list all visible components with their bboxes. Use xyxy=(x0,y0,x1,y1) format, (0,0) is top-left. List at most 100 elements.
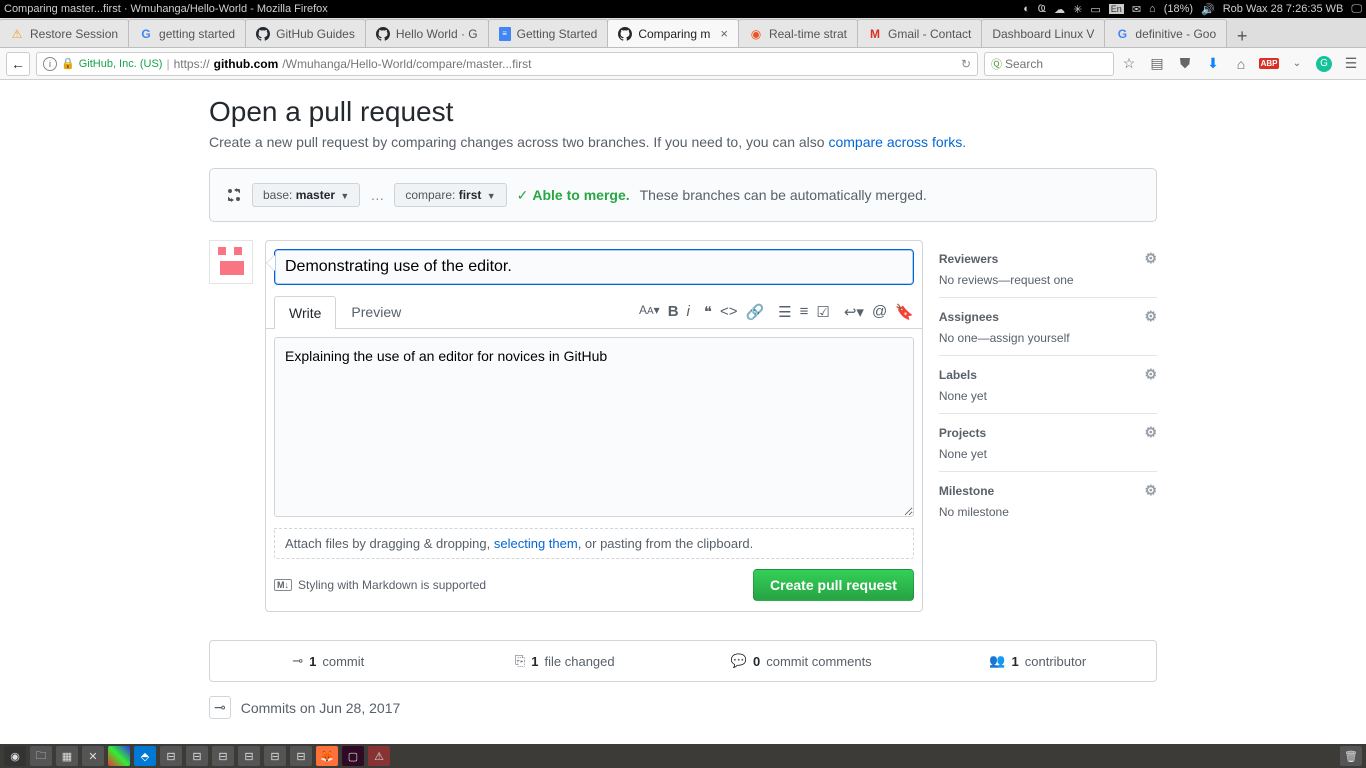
keyboard-icon: En xyxy=(1109,4,1124,14)
grammarly-icon[interactable]: G xyxy=(1316,56,1332,72)
browser-tabs: ⚠Restore Session Ggetting started GitHub… xyxy=(0,18,1366,48)
preview-tab[interactable]: Preview xyxy=(336,295,416,328)
tab-github-guides[interactable]: GitHub Guides xyxy=(245,19,366,47)
new-tab-button[interactable]: + xyxy=(1227,26,1257,47)
firefox-icon[interactable]: 🦊 xyxy=(316,746,338,766)
show-desktop-icon[interactable]: ◉ xyxy=(4,746,26,766)
library-icon[interactable]: ▤ xyxy=(1148,55,1166,73)
attach-hint[interactable]: Attach files by dragging & dropping, sel… xyxy=(274,528,914,559)
gear-icon[interactable]: ⚙ xyxy=(1144,250,1157,267)
tab-getting-started[interactable]: Ggetting started xyxy=(128,19,246,47)
close-icon[interactable]: × xyxy=(720,26,728,41)
stat-contributors[interactable]: 👥1contributor xyxy=(920,641,1157,681)
gear-icon[interactable]: ⚙ xyxy=(1144,308,1157,325)
labels-value: None yet xyxy=(939,389,1157,403)
commit-icon: ⊸ xyxy=(292,653,303,669)
search-input[interactable] xyxy=(1005,57,1107,71)
gear-icon[interactable]: ⚙ xyxy=(1144,366,1157,383)
heading-icon[interactable]: AA▾ xyxy=(639,303,660,321)
avatar xyxy=(209,240,253,284)
pr-title-input[interactable] xyxy=(274,249,914,285)
check-icon: ✓ xyxy=(517,187,529,204)
commit-icon: ⊸ xyxy=(209,696,231,719)
tab-realtime[interactable]: ◉Real-time strat xyxy=(738,19,858,47)
bold-icon[interactable]: B xyxy=(668,303,679,321)
select-files-link[interactable]: selecting them xyxy=(494,536,578,551)
diff-stats: ⊸1commit ⎘1file changed 💬0commit comment… xyxy=(209,640,1157,682)
commits-date-header: ⊸ Commits on Jun 28, 2017 xyxy=(209,696,1157,719)
compare-branch-button[interactable]: compare: first ▼ xyxy=(394,183,506,207)
bookmark-icon[interactable]: 🔖 xyxy=(895,303,914,321)
disk-icon[interactable]: ⊟ xyxy=(160,746,182,766)
os-tray: ◐ Ҩ ☁ ✳ ▭ En ✉ ⌂ (18%) 🔊 Rob Wax 28 7:26… xyxy=(1023,3,1362,16)
create-pr-button[interactable]: Create pull request xyxy=(753,569,914,601)
quote-icon[interactable]: ❝ xyxy=(704,303,712,321)
star-icon[interactable]: ☆ xyxy=(1120,55,1138,73)
stat-comments[interactable]: 💬0commit comments xyxy=(683,641,920,681)
terminal-icon[interactable]: ▢ xyxy=(342,746,364,766)
reload-icon[interactable]: ↻ xyxy=(961,57,971,71)
github-icon xyxy=(376,27,390,41)
tab-dashboard[interactable]: Dashboard Linux V xyxy=(981,19,1105,47)
tab-comparing[interactable]: Comparing m× xyxy=(607,19,739,47)
app-icon[interactable]: ⚠ xyxy=(368,746,390,766)
os-titlebar: Comparing master...first · Wmuhanga/Hell… xyxy=(0,0,1366,18)
app-icon[interactable] xyxy=(108,746,130,766)
write-tab[interactable]: Write xyxy=(274,296,336,329)
comment-box: Write Preview AA▾ B i ❝ <> 🔗 xyxy=(265,240,923,612)
info-icon[interactable]: i xyxy=(43,57,57,71)
tools-icon[interactable]: ✕ xyxy=(82,746,104,766)
mention-icon[interactable]: @ xyxy=(872,303,887,321)
disk-icon[interactable]: ⊟ xyxy=(290,746,312,766)
gear-icon[interactable]: ⚙ xyxy=(1144,482,1157,499)
vscode-icon[interactable]: ⬘ xyxy=(134,746,156,766)
markdown-hint[interactable]: M↓ Styling with Markdown is supported xyxy=(274,578,486,592)
projects-section: Projects⚙ None yet xyxy=(939,414,1157,472)
battery-icon: ⌂ xyxy=(1149,3,1156,15)
app-icon[interactable]: ▦ xyxy=(56,746,78,766)
disk-icon[interactable]: ⊟ xyxy=(212,746,234,766)
files-icon[interactable]: 🗀 xyxy=(30,746,52,766)
browser-search[interactable]: Ⓠ xyxy=(984,52,1114,76)
home-icon[interactable]: ⌂ xyxy=(1232,55,1250,73)
disk-icon[interactable]: ⊟ xyxy=(264,746,286,766)
disk-icon[interactable]: ⊟ xyxy=(186,746,208,766)
url-bar[interactable]: i 🔒 GitHub, Inc. (US) | https://github.c… xyxy=(36,52,978,76)
menu-icon[interactable]: ☰ xyxy=(1342,55,1360,73)
gear-icon[interactable]: ⚙ xyxy=(1144,424,1157,441)
page-title: Open a pull request xyxy=(209,96,1157,128)
back-button[interactable]: ← xyxy=(6,52,30,76)
download-icon[interactable]: ⬇ xyxy=(1204,55,1222,73)
code-icon[interactable]: <> xyxy=(720,303,738,321)
ol-icon[interactable]: ≡ xyxy=(800,303,809,321)
link-icon[interactable]: 🔗 xyxy=(745,303,764,321)
pr-body-input[interactable] xyxy=(274,337,914,517)
assignees-value[interactable]: No one—assign yourself xyxy=(939,331,1157,345)
stat-commits[interactable]: ⊸1commit xyxy=(210,641,447,681)
tab-gmail[interactable]: MGmail - Contact xyxy=(857,19,982,47)
projects-value: None yet xyxy=(939,447,1157,461)
trash-icon[interactable]: 🗑 xyxy=(1340,746,1362,766)
browser-toolbar: ☆ ▤ ⛊ ⬇ ⌂ ABP ⌄ G ☰ xyxy=(1120,55,1360,73)
tab-restore[interactable]: ⚠Restore Session xyxy=(0,19,129,47)
chat-icon: ▭ xyxy=(1090,3,1100,16)
pocket-icon[interactable]: ⛊ xyxy=(1176,55,1194,73)
disk-icon[interactable]: ⊟ xyxy=(238,746,260,766)
reply-icon[interactable]: ↩▾ xyxy=(844,303,864,321)
asterisk-icon: ✳ xyxy=(1073,3,1082,16)
compare-box: base: master ▼ … compare: first ▼ ✓Able … xyxy=(209,168,1157,222)
cloud-icon: ☁ xyxy=(1054,3,1065,16)
tab-hello-world[interactable]: Hello World · G xyxy=(365,19,489,47)
merge-status: ✓Able to merge. xyxy=(517,187,630,204)
merge-detail: These branches can be automatically merg… xyxy=(640,187,927,203)
ul-icon[interactable]: ☰ xyxy=(778,303,791,321)
compare-forks-link[interactable]: compare across forks xyxy=(828,134,962,150)
base-branch-button[interactable]: base: master ▼ xyxy=(252,183,360,207)
task-icon[interactable]: ☑ xyxy=(816,303,829,321)
stat-files[interactable]: ⎘1file changed xyxy=(447,641,684,681)
abp-icon[interactable]: ABP xyxy=(1260,55,1278,73)
italic-icon[interactable]: i xyxy=(687,303,690,321)
tab-docs[interactable]: ≡Getting Started xyxy=(488,19,609,47)
chevron-down-icon[interactable]: ⌄ xyxy=(1288,55,1306,73)
tab-definitive[interactable]: Gdefinitive - Goo xyxy=(1104,19,1227,47)
